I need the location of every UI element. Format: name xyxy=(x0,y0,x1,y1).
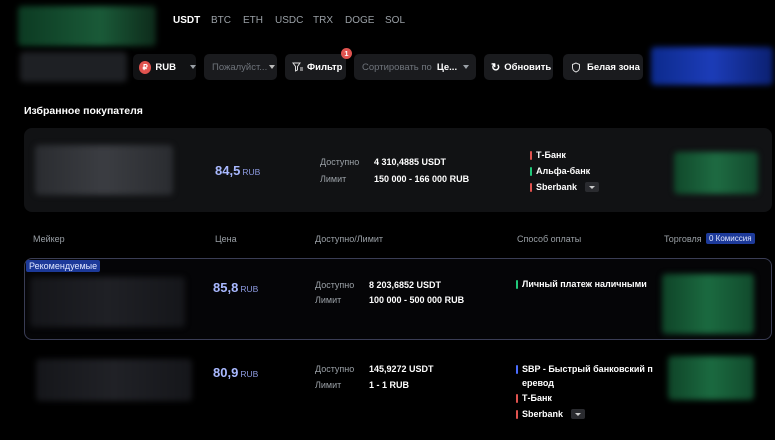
buy-button-blurred[interactable] xyxy=(668,356,754,400)
whitezone-button[interactable]: Белая зона xyxy=(563,54,643,80)
currency-select[interactable]: ₽ RUB xyxy=(133,54,196,80)
amount-input[interactable]: Пожалуйст... xyxy=(204,54,277,80)
offer-1-available-label: Доступно xyxy=(315,280,355,290)
shield-icon xyxy=(572,61,580,73)
favorite-available-label: Доступно xyxy=(320,157,360,167)
tab-eth[interactable]: ETH xyxy=(243,15,263,26)
whitezone-label: Белая зона xyxy=(587,61,640,73)
logo-blurred xyxy=(18,6,156,46)
favorite-payment-2: Альфа-банк xyxy=(530,164,590,178)
offer-2-available-label: Доступно xyxy=(315,364,355,374)
header-available-limit: Доступно/Лимит xyxy=(315,234,384,244)
amount-placeholder: Пожалуйст... xyxy=(212,61,268,73)
favorite-payment-3: Sberbank xyxy=(530,180,600,194)
favorite-payment-1: Т-Банк xyxy=(530,148,566,162)
offer-2-limit-value: 1 - 1 RUB xyxy=(369,380,410,390)
chevron-down-icon[interactable] xyxy=(571,409,586,419)
favorite-limit-value: 150 000 - 166 000 RUB xyxy=(374,174,470,184)
filter-count-badge: 1 xyxy=(341,48,352,59)
favorites-title: Избранное покупателя xyxy=(24,105,143,117)
offer-2-price: 80,9 RUB xyxy=(213,365,259,380)
refresh-button[interactable]: ↻ Обновить xyxy=(484,54,553,80)
chevron-down-icon xyxy=(269,65,276,69)
currency-label: RUB xyxy=(155,61,176,73)
tab-btc[interactable]: BTC xyxy=(211,15,231,26)
chevron-down-icon xyxy=(463,65,470,69)
promo-banner-blurred[interactable] xyxy=(651,47,773,85)
maker-info-blurred xyxy=(36,359,192,401)
refresh-icon: ↻ xyxy=(491,61,501,74)
offer-1-available-value: 8 203,6852 USDT xyxy=(369,280,442,290)
tab-usdt[interactable]: USDT xyxy=(173,15,200,26)
favorite-price: 84,5 RUB xyxy=(215,163,261,178)
offer-2-payment-3: Sberbank xyxy=(516,407,586,421)
recommended-badge: Рекомендуемые xyxy=(26,260,101,272)
sort-select[interactable]: Сортировать по Це... xyxy=(354,54,476,80)
sort-placeholder: Сортировать по xyxy=(362,61,432,73)
filter-icon xyxy=(292,62,303,72)
offer-1-payment-1: Личный платеж наличными xyxy=(516,277,647,291)
maker-info-blurred xyxy=(35,145,173,195)
offer-2-available-value: 145,9272 USDT xyxy=(369,364,434,374)
favorite-limit-label: Лимит xyxy=(320,174,347,184)
ruble-icon: ₽ xyxy=(139,60,152,74)
buy-button-blurred[interactable] xyxy=(662,274,754,334)
header-maker: Мейкер xyxy=(33,234,65,244)
maker-info-blurred xyxy=(30,277,185,327)
tab-sol[interactable]: SOL xyxy=(385,15,405,26)
amount-input-blurred[interactable] xyxy=(20,52,127,82)
header-price: Цена xyxy=(215,234,237,244)
commission-badge: 0 Комиссия xyxy=(706,233,755,244)
offer-2-payment-2: Т-Банк xyxy=(516,391,552,405)
header-trade: Торговля xyxy=(664,234,702,244)
tab-usdc[interactable]: USDC xyxy=(275,15,303,26)
filter-button[interactable]: Фильтр xyxy=(285,54,346,80)
buy-button-blurred[interactable] xyxy=(674,152,758,194)
chevron-down-icon xyxy=(190,65,196,69)
refresh-label: Обновить xyxy=(504,61,552,73)
offer-1-limit-label: Лимит xyxy=(315,295,342,305)
offer-1-price: 85,8 RUB xyxy=(213,280,259,295)
filter-label: Фильтр xyxy=(307,61,343,73)
header-payment: Способ оплаты xyxy=(517,234,582,244)
offer-2-limit-label: Лимит xyxy=(315,380,342,390)
offer-1-limit-value: 100 000 - 500 000 RUB xyxy=(369,295,465,305)
sort-value: Це... xyxy=(436,61,458,73)
offer-2-payment-1: SBP - Быстрый банковский п xyxy=(516,362,653,376)
chevron-down-icon[interactable] xyxy=(585,182,600,192)
offer-2-payment-1-cont: еревод xyxy=(522,378,555,388)
tab-doge[interactable]: DOGE xyxy=(345,15,374,26)
favorite-available-value: 4 310,4885 USDT xyxy=(374,157,447,167)
tab-trx[interactable]: TRX xyxy=(313,15,333,26)
